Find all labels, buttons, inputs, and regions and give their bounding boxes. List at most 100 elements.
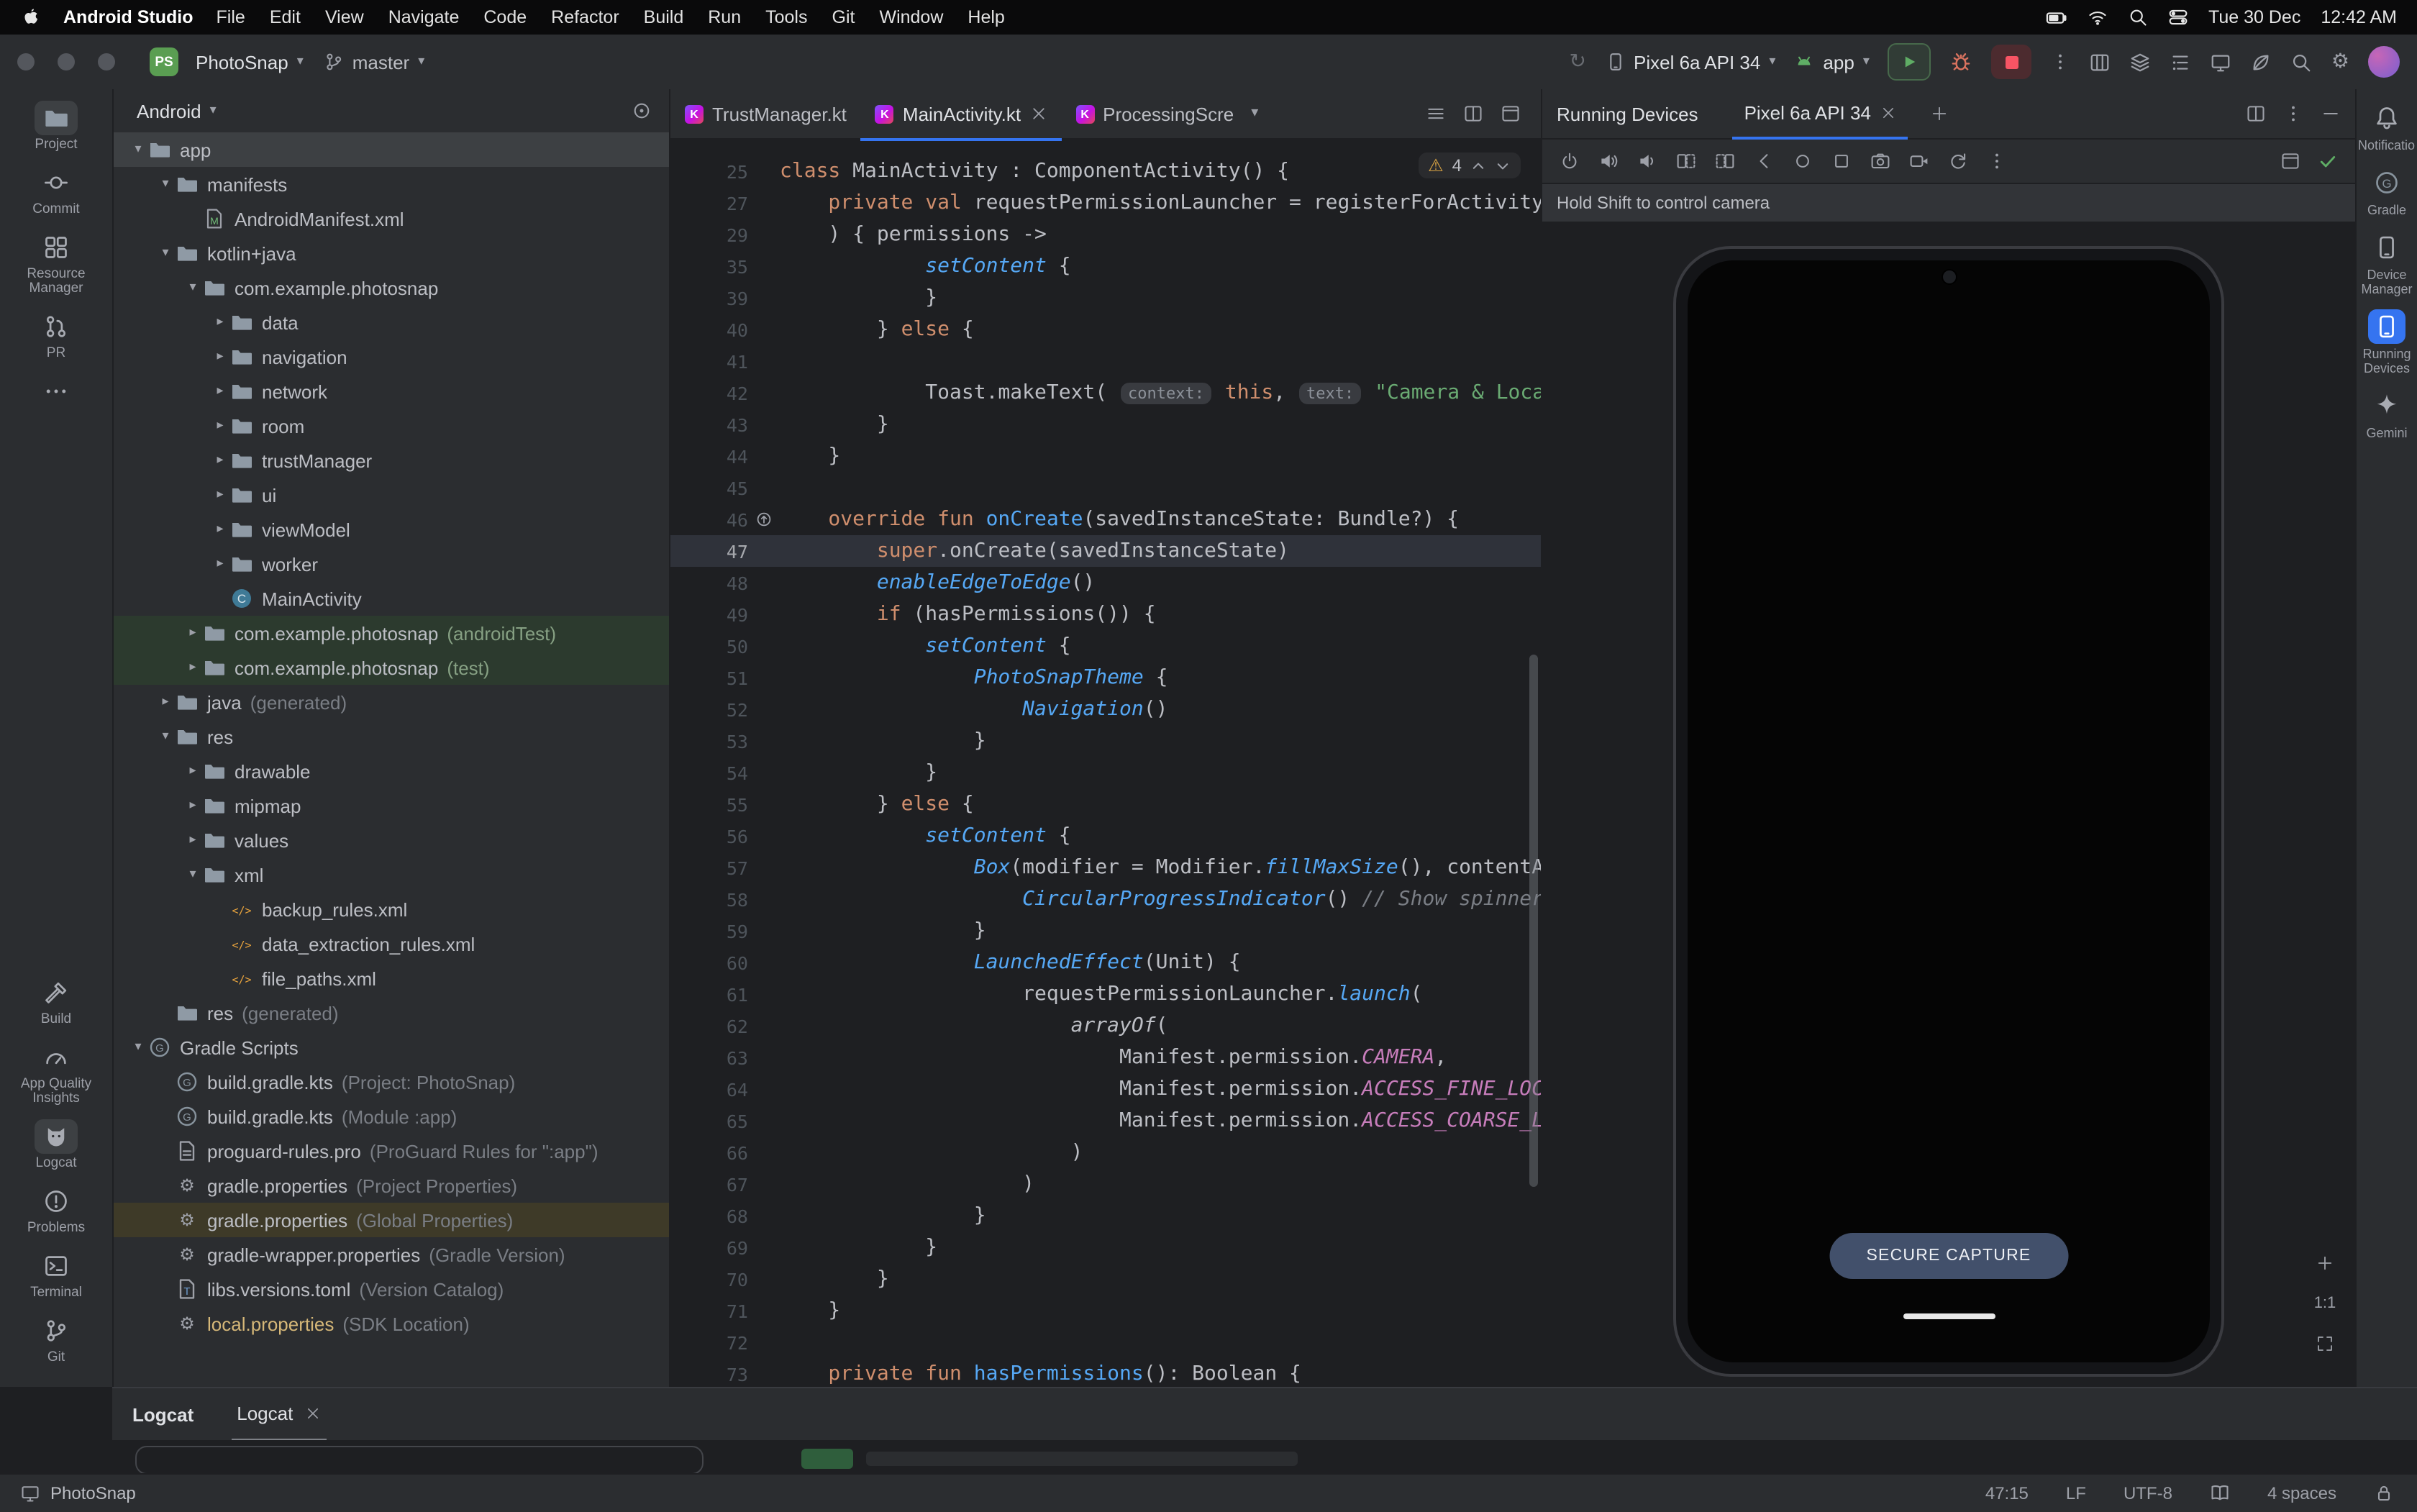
project-view-mode[interactable]: Android — [137, 100, 201, 122]
line-number[interactable]: 68 — [670, 1205, 748, 1226]
lock-icon[interactable] — [2374, 1483, 2394, 1503]
minimize-window-button[interactable] — [58, 53, 75, 70]
tool-window-button-device-manager[interactable]: Device Manager — [2357, 230, 2417, 296]
tree-row-gradle-properties-global-properties[interactable]: ⚙gradle.properties(Global Properties) — [114, 1203, 669, 1237]
close-icon[interactable] — [1881, 104, 1897, 120]
tree-row-mainactivity[interactable]: CMainActivity — [114, 581, 669, 616]
chevron-down-icon[interactable]: ▾ — [210, 104, 217, 117]
line-number[interactable]: 50 — [670, 635, 748, 657]
monitor-icon[interactable] — [2211, 51, 2232, 73]
line-number[interactable]: 49 — [670, 604, 748, 625]
tool-window-button-gradle[interactable]: GGradle — [2357, 165, 2417, 217]
tree-chevron-icon[interactable]: ▸ — [155, 696, 176, 709]
tree-row-backup-rules-xml[interactable]: </>backup_rules.xml — [114, 892, 669, 926]
line-number[interactable]: 62 — [670, 1015, 748, 1037]
tree-chevron-icon[interactable]: ▸ — [183, 765, 203, 778]
line-number[interactable]: 66 — [670, 1142, 748, 1163]
line-number[interactable]: 51 — [670, 667, 748, 688]
device-volume-down-icon[interactable] — [1637, 151, 1657, 171]
line-number[interactable]: 59 — [670, 920, 748, 942]
tree-row-proguard-rules-pro-proguard-rules-for-app[interactable]: proguard-rules.pro(ProGuard Rules for ":… — [114, 1134, 669, 1168]
locate-file-icon[interactable] — [632, 101, 652, 121]
devices-header-hide-icon[interactable] — [2321, 104, 2341, 124]
tree-row-java-generated[interactable]: ▸java(generated) — [114, 685, 669, 719]
menu-item-code[interactable]: Code — [483, 7, 527, 27]
tree-row-viewmodel[interactable]: ▸viewModel — [114, 512, 669, 547]
zoom-fit-button[interactable] — [2316, 1335, 2334, 1352]
tree-row-drawable[interactable]: ▸drawable — [114, 754, 669, 788]
tree-chevron-icon[interactable]: ▸ — [210, 523, 230, 536]
line-number[interactable]: 41 — [670, 350, 748, 372]
tree-chevron-icon[interactable]: ▾ — [128, 1041, 148, 1054]
search-everywhere-button[interactable] — [2291, 51, 2313, 73]
tree-row-data[interactable]: ▸data — [114, 305, 669, 340]
apple-menu-icon[interactable] — [20, 7, 40, 27]
settings-gear-icon[interactable]: ⚙ — [2331, 52, 2349, 72]
tool-window-button-app-quality-insights[interactable]: App Quality Insights — [0, 1040, 112, 1106]
line-number[interactable]: 43 — [670, 414, 748, 435]
line-number[interactable]: 40 — [670, 319, 748, 340]
device-more-icon[interactable] — [1987, 151, 2007, 171]
tree-row-mipmap[interactable]: ▸mipmap — [114, 788, 669, 823]
menubar-app-name[interactable]: Android Studio — [63, 7, 194, 27]
tree-chevron-icon[interactable]: ▸ — [210, 316, 230, 329]
tree-row-build-gradle-kts-project-photosnap[interactable]: Gbuild.gradle.kts(Project: PhotoSnap) — [114, 1065, 669, 1099]
tool-window-button-terminal[interactable]: Terminal — [0, 1249, 112, 1301]
line-number[interactable]: 61 — [670, 983, 748, 1005]
menu-item-view[interactable]: View — [325, 7, 364, 27]
columns-icon[interactable] — [2090, 51, 2111, 73]
more-actions-button[interactable] — [2051, 52, 2071, 72]
device-overview-icon[interactable] — [1831, 151, 1852, 171]
line-number[interactable]: 45 — [670, 477, 748, 498]
file-encoding[interactable]: UTF-8 — [2124, 1483, 2172, 1503]
editor-scrollbar[interactable] — [1529, 655, 1538, 1187]
sync-icon[interactable]: ↻ — [1570, 52, 1586, 72]
wifi-icon[interactable] — [2088, 7, 2108, 27]
tree-row-xml[interactable]: ▾xml — [114, 857, 669, 892]
layers-icon[interactable] — [2130, 51, 2152, 73]
line-number[interactable]: 44 — [670, 445, 748, 467]
menu-item-run[interactable]: Run — [708, 7, 741, 27]
tree-row-trustmanager[interactable]: ▸trustManager — [114, 443, 669, 478]
split-editor-icon[interactable] — [1463, 104, 1483, 124]
tree-row-ui[interactable]: ▸ui — [114, 478, 669, 512]
tree-chevron-icon[interactable]: ▸ — [210, 350, 230, 363]
user-avatar[interactable] — [2368, 46, 2400, 78]
device-tab[interactable]: Pixel 6a API 34 — [1733, 89, 1908, 140]
tree-row-room[interactable]: ▸room — [114, 409, 669, 443]
tree-row-res[interactable]: ▾res — [114, 719, 669, 754]
zoom-in-button[interactable] — [2316, 1254, 2334, 1272]
project-selector[interactable]: PhotoSnap ▾ — [190, 51, 304, 73]
device-screen-record-icon[interactable] — [1909, 151, 1929, 171]
device-power-icon[interactable] — [1560, 151, 1580, 171]
caret-position[interactable]: 47:15 — [1985, 1483, 2029, 1503]
tree-row-libs-versions-toml-version-catalog[interactable]: Tlibs.versions.toml(Version Catalog) — [114, 1272, 669, 1306]
line-separator[interactable]: LF — [2066, 1483, 2086, 1503]
tool-window-button-git[interactable]: Git — [0, 1313, 112, 1365]
line-number[interactable]: 54 — [670, 762, 748, 783]
tree-chevron-icon[interactable]: ▾ — [183, 281, 203, 294]
prev-warning-icon[interactable] — [1470, 158, 1486, 173]
tree-row-worker[interactable]: ▸worker — [114, 547, 669, 581]
tree-chevron-icon[interactable]: ▸ — [183, 834, 203, 847]
tool-window-button-pull-requests[interactable]: PR — [0, 309, 112, 361]
tree-row-res-generated[interactable]: res(generated) — [114, 996, 669, 1030]
tree-row-com-example-photosnap-androidtest[interactable]: ▸com.example.photosnap(androidTest) — [114, 616, 669, 650]
tree-row-app[interactable]: ▾app — [114, 132, 669, 167]
spotlight-icon[interactable] — [2128, 7, 2148, 27]
reader-mode-icon[interactable] — [2210, 1483, 2230, 1503]
control-center-icon[interactable] — [2168, 7, 2188, 27]
logcat-title[interactable]: Logcat — [132, 1403, 194, 1425]
tree-chevron-icon[interactable]: ▸ — [210, 557, 230, 570]
tree-row-com-example-photosnap-test[interactable]: ▸com.example.photosnap(test) — [114, 650, 669, 685]
menu-item-file[interactable]: File — [217, 7, 245, 27]
line-number[interactable]: 67 — [670, 1173, 748, 1195]
tree-row-build-gradle-kts-module-app[interactable]: Gbuild.gradle.kts(Module :app) — [114, 1099, 669, 1134]
logcat-tab[interactable]: Logcat — [231, 1387, 326, 1442]
line-number[interactable]: 46 — [670, 509, 748, 530]
tree-chevron-icon[interactable]: ▸ — [183, 661, 203, 674]
line-number[interactable]: 48 — [670, 572, 748, 593]
secure-capture-button[interactable]: SECURE CAPTURE — [1829, 1233, 2069, 1279]
inspections-widget[interactable]: ⚠ 4 — [1418, 152, 1521, 178]
close-window-button[interactable] — [17, 53, 35, 70]
